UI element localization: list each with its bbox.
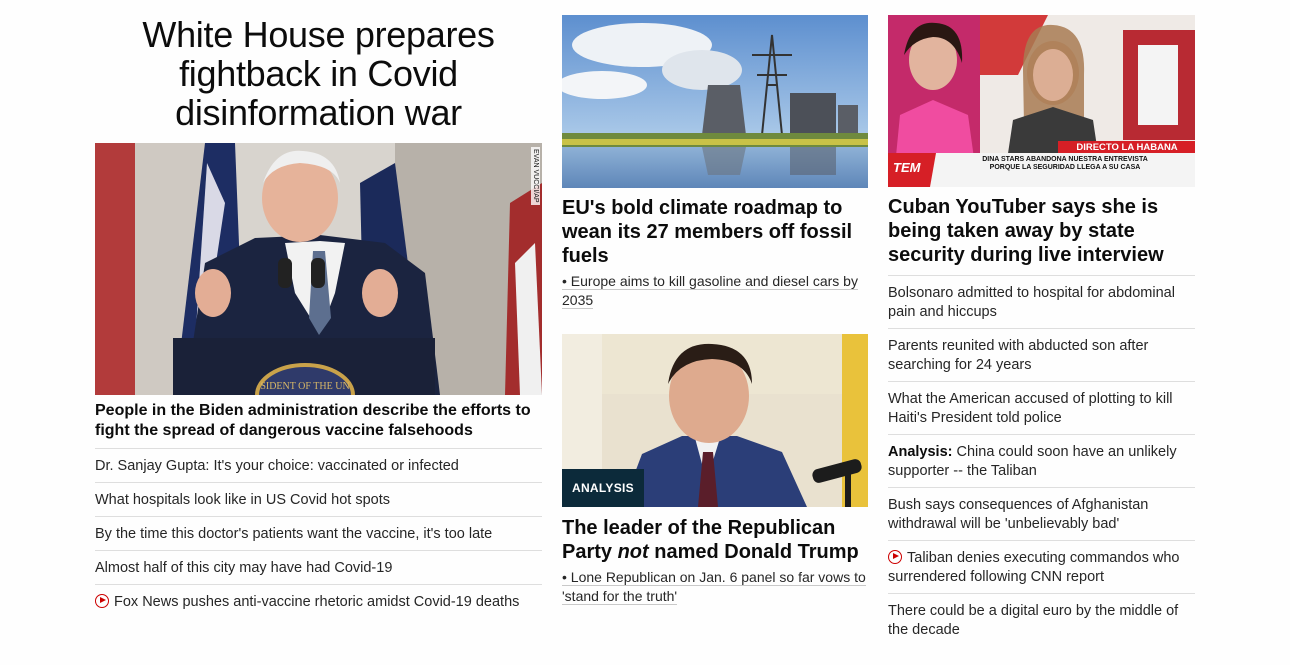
power-plant-photo (562, 15, 868, 188)
svg-text:SIDENT OF THE UN: SIDENT OF THE UN (260, 381, 349, 392)
related-link[interactable]: Parents reunited with abducted son after… (888, 338, 1148, 373)
republican-sub-container: • Lone Republican on Jan. 6 panel so far… (562, 568, 868, 606)
climate-image[interactable] (562, 15, 868, 188)
lead-related-links: Dr. Sanjay Gupta: It's your choice: vacc… (95, 448, 542, 618)
related-link[interactable]: Analysis: China could soon have an unlik… (888, 444, 1177, 479)
republican-headline[interactable]: The leader of the Republican Party not n… (562, 516, 868, 564)
lead-description[interactable]: People in the Biden administration descr… (95, 401, 542, 441)
related-link[interactable]: Bush says consequences of Afghanistan wi… (888, 497, 1148, 532)
right-column: DIRECTO LA HABANA TEM DINA STARS ABANDON… (888, 15, 1195, 646)
list-item[interactable]: Dr. Sanjay Gupta: It's your choice: vacc… (95, 449, 542, 483)
analysis-badge: ANALYSIS (562, 469, 644, 507)
related-link[interactable]: Almost half of this city may have had Co… (95, 560, 392, 576)
play-video-icon (888, 550, 902, 564)
climate-sub-container: • Europe aims to kill gasoline and diese… (562, 272, 868, 310)
related-link[interactable]: Dr. Sanjay Gupta: It's your choice: vacc… (95, 458, 459, 474)
related-link[interactable]: By the time this doctor's patients want … (95, 526, 492, 542)
tv-caption: DINA STARS ABANDONA NUESTRA ENTREVISTA P… (982, 156, 1148, 171)
list-item[interactable]: There could be a digital euro by the mid… (888, 594, 1195, 646)
lead-headline[interactable]: White House prepares fightback in Covid … (95, 15, 542, 132)
lead-column: White House prepares fightback in Covid … (95, 15, 542, 618)
analysis-kicker: Analysis: (888, 444, 953, 460)
headline-emphasis: not (617, 541, 649, 563)
tv-banner: DIRECTO LA HABANA (1076, 142, 1177, 153)
related-link[interactable]: Bolsonaro admitted to hospital for abdom… (888, 285, 1175, 320)
lead-image[interactable]: SIDENT OF THE UN EVAN VUCCI/AP (95, 143, 542, 395)
list-item[interactable]: Bolsonaro admitted to hospital for abdom… (888, 276, 1195, 329)
list-item[interactable]: What hospitals look like in US Covid hot… (95, 483, 542, 517)
biden-photo: SIDENT OF THE UN (95, 143, 542, 395)
related-link[interactable]: Fox News pushes anti-vaccine rhetoric am… (114, 594, 519, 610)
related-link[interactable]: Taliban denies executing commandos who s… (888, 550, 1179, 585)
list-item[interactable]: Taliban denies executing commandos who s… (888, 541, 1195, 594)
tv-interview-photo: DIRECTO LA HABANA TEM DINA STARS ABANDON… (888, 15, 1195, 187)
list-item[interactable]: Parents reunited with abducted son after… (888, 329, 1195, 382)
desantis-image[interactable]: ANALYSIS (562, 334, 868, 507)
related-link[interactable]: There could be a digital euro by the mid… (888, 603, 1178, 638)
cuban-image[interactable]: DIRECTO LA HABANA TEM DINA STARS ABANDON… (888, 15, 1195, 187)
tv-logo: TEM (893, 160, 922, 175)
climate-sub-link[interactable]: • Europe aims to kill gasoline and diese… (562, 273, 858, 309)
headline-text: named Donald Trump (648, 541, 859, 563)
related-link[interactable]: What the American accused of plotting to… (888, 391, 1173, 426)
play-video-icon (95, 594, 109, 608)
related-link[interactable]: What hospitals look like in US Covid hot… (95, 492, 390, 508)
cuban-headline[interactable]: Cuban YouTuber says she is being taken a… (888, 195, 1195, 267)
list-item[interactable]: What the American accused of plotting to… (888, 382, 1195, 435)
climate-headline[interactable]: EU's bold climate roadmap to wean its 27… (562, 196, 868, 268)
list-item[interactable]: Bush says consequences of Afghanistan wi… (888, 488, 1195, 541)
list-item[interactable]: Fox News pushes anti-vaccine rhetoric am… (95, 585, 542, 618)
image-credit: EVAN VUCCI/AP (531, 147, 540, 205)
list-item[interactable]: By the time this doctor's patients want … (95, 517, 542, 551)
right-related-links: Bolsonaro admitted to hospital for abdom… (888, 275, 1195, 646)
middle-column: EU's bold climate roadmap to wean its 27… (562, 15, 868, 606)
republican-sub-link[interactable]: • Lone Republican on Jan. 6 panel so far… (562, 569, 866, 605)
list-item[interactable]: Analysis: China could soon have an unlik… (888, 435, 1195, 488)
list-item[interactable]: Almost half of this city may have had Co… (95, 551, 542, 585)
